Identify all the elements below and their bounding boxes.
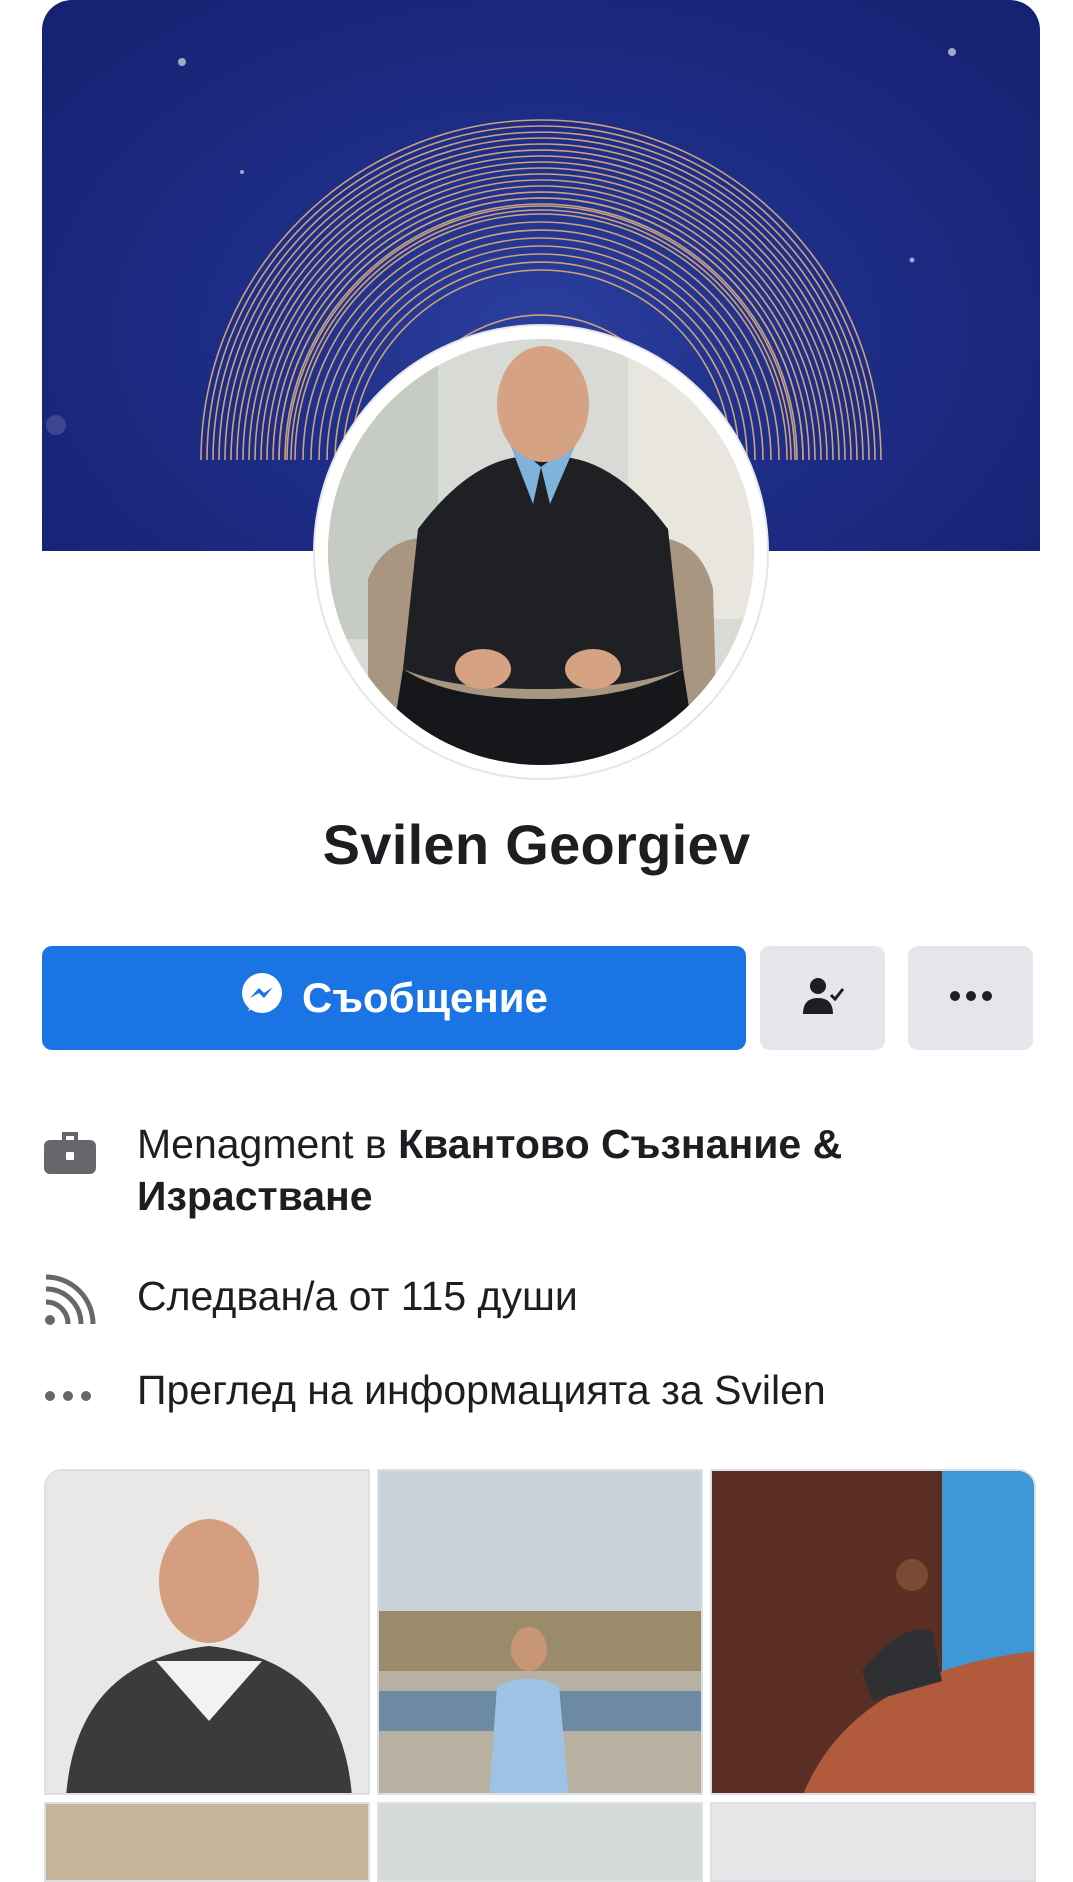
friends-button[interactable]	[760, 946, 885, 1050]
photo-thumbnail[interactable]	[44, 1469, 370, 1795]
profile-name: Svilen Georgiev	[322, 813, 751, 876]
briefcase-icon	[42, 1122, 98, 1178]
photo-thumbnail[interactable]	[377, 1469, 703, 1795]
work-info-text: Menagment в Квантово Съзнание & Израства…	[137, 1118, 997, 1222]
rss-icon	[42, 1274, 98, 1330]
more-dots-icon	[42, 1368, 98, 1424]
message-button[interactable]: Съобщение	[42, 946, 746, 1050]
work-title: Menagment в	[137, 1121, 399, 1167]
message-button-label: Съобщение	[302, 974, 548, 1021]
see-about-text: Преглед на информацията за Svilen	[137, 1367, 826, 1413]
profile-avatar[interactable]	[328, 339, 754, 765]
followers-text: Следван/а от 115 души	[137, 1273, 578, 1319]
friend-check-icon	[801, 974, 845, 1023]
more-icon	[949, 989, 993, 1007]
photo-thumbnail[interactable]	[710, 1469, 1036, 1795]
photo-thumbnail[interactable]	[377, 1802, 703, 1882]
more-options-button[interactable]	[908, 946, 1033, 1050]
photo-thumbnail[interactable]	[44, 1802, 370, 1882]
messenger-icon	[240, 971, 284, 1025]
photo-thumbnail[interactable]	[710, 1802, 1036, 1882]
photos-grid	[44, 1469, 1038, 1882]
